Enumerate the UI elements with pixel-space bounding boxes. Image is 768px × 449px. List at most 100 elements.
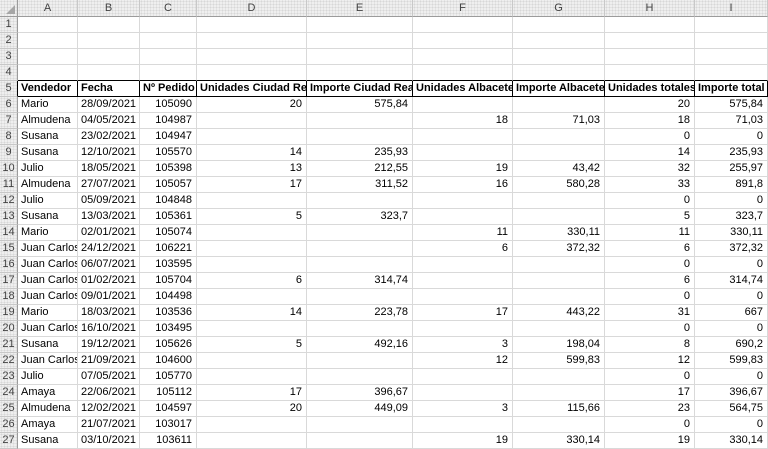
cell-H9[interactable]: 14 [605, 145, 695, 161]
cell-E12[interactable] [307, 193, 413, 209]
cell-F11[interactable]: 16 [413, 177, 513, 193]
cell-B12[interactable]: 05/09/2021 [78, 193, 140, 209]
cell-C3[interactable] [140, 49, 197, 65]
cell-F17[interactable] [413, 273, 513, 289]
cell-G21[interactable]: 198,04 [513, 337, 605, 353]
cell-I20[interactable]: 0 [695, 321, 768, 337]
cell-H22[interactable]: 12 [605, 353, 695, 369]
cell-C27[interactable]: 103611 [140, 433, 197, 449]
cell-D4[interactable] [197, 65, 307, 81]
cell-H14[interactable]: 11 [605, 225, 695, 241]
cell-I1[interactable] [695, 17, 768, 33]
cell-B7[interactable]: 04/05/2021 [78, 113, 140, 129]
row-header-8[interactable]: 8 [0, 129, 18, 145]
cell-B11[interactable]: 27/07/2021 [78, 177, 140, 193]
cell-G15[interactable]: 372,32 [513, 241, 605, 257]
cell-G13[interactable] [513, 209, 605, 225]
cell-F6[interactable] [413, 97, 513, 113]
cell-A14[interactable]: Mario [18, 225, 78, 241]
cell-E11[interactable]: 311,52 [307, 177, 413, 193]
cell-E21[interactable]: 492,16 [307, 337, 413, 353]
cell-F16[interactable] [413, 257, 513, 273]
cell-F21[interactable]: 3 [413, 337, 513, 353]
cell-H12[interactable]: 0 [605, 193, 695, 209]
cell-D1[interactable] [197, 17, 307, 33]
cell-D5[interactable]: Unidades Ciudad Real [197, 81, 307, 97]
row-header-9[interactable]: 9 [0, 145, 18, 161]
cell-A12[interactable]: Julio [18, 193, 78, 209]
cell-E14[interactable] [307, 225, 413, 241]
cell-C15[interactable]: 106221 [140, 241, 197, 257]
row-header-7[interactable]: 7 [0, 113, 18, 129]
cell-F3[interactable] [413, 49, 513, 65]
cell-B22[interactable]: 21/09/2021 [78, 353, 140, 369]
cell-G10[interactable]: 43,42 [513, 161, 605, 177]
cell-E15[interactable] [307, 241, 413, 257]
cell-H27[interactable]: 19 [605, 433, 695, 449]
cell-G12[interactable] [513, 193, 605, 209]
cell-H23[interactable]: 0 [605, 369, 695, 385]
cell-D9[interactable]: 14 [197, 145, 307, 161]
cell-A27[interactable]: Susana [18, 433, 78, 449]
cell-F12[interactable] [413, 193, 513, 209]
cell-B1[interactable] [78, 17, 140, 33]
cell-G6[interactable] [513, 97, 605, 113]
column-header-I[interactable]: I [695, 0, 768, 17]
cell-D16[interactable] [197, 257, 307, 273]
cell-C6[interactable]: 105090 [140, 97, 197, 113]
cell-C18[interactable]: 104498 [140, 289, 197, 305]
cell-I8[interactable]: 0 [695, 129, 768, 145]
cell-H17[interactable]: 6 [605, 273, 695, 289]
cell-I5[interactable]: Importe total [695, 81, 768, 97]
cell-B15[interactable]: 24/12/2021 [78, 241, 140, 257]
cell-D27[interactable] [197, 433, 307, 449]
cell-B20[interactable]: 16/10/2021 [78, 321, 140, 337]
cell-E3[interactable] [307, 49, 413, 65]
cell-H20[interactable]: 0 [605, 321, 695, 337]
cell-C4[interactable] [140, 65, 197, 81]
cell-C12[interactable]: 104848 [140, 193, 197, 209]
cell-C22[interactable]: 104600 [140, 353, 197, 369]
cell-F19[interactable]: 17 [413, 305, 513, 321]
cell-C20[interactable]: 103495 [140, 321, 197, 337]
cell-C26[interactable]: 103017 [140, 417, 197, 433]
cell-C9[interactable]: 105570 [140, 145, 197, 161]
cell-E5[interactable]: Importe Ciudad Real [307, 81, 413, 97]
cell-I27[interactable]: 330,14 [695, 433, 768, 449]
row-header-4[interactable]: 4 [0, 65, 18, 81]
cell-D21[interactable]: 5 [197, 337, 307, 353]
cell-B14[interactable]: 02/01/2021 [78, 225, 140, 241]
cell-G24[interactable] [513, 385, 605, 401]
row-header-16[interactable]: 16 [0, 257, 18, 273]
cell-I24[interactable]: 396,67 [695, 385, 768, 401]
cell-C23[interactable]: 105770 [140, 369, 197, 385]
row-header-14[interactable]: 14 [0, 225, 18, 241]
cell-D7[interactable] [197, 113, 307, 129]
cell-C5[interactable]: Nº Pedido [140, 81, 197, 97]
cell-B4[interactable] [78, 65, 140, 81]
cell-H15[interactable]: 6 [605, 241, 695, 257]
cell-D24[interactable]: 17 [197, 385, 307, 401]
cell-E22[interactable] [307, 353, 413, 369]
row-header-19[interactable]: 19 [0, 305, 18, 321]
row-header-11[interactable]: 11 [0, 177, 18, 193]
cell-I23[interactable]: 0 [695, 369, 768, 385]
row-header-22[interactable]: 22 [0, 353, 18, 369]
cell-E2[interactable] [307, 33, 413, 49]
column-header-G[interactable]: G [513, 0, 605, 17]
cell-I4[interactable] [695, 65, 768, 81]
cell-G26[interactable] [513, 417, 605, 433]
cell-A11[interactable]: Almudena [18, 177, 78, 193]
cell-D2[interactable] [197, 33, 307, 49]
cell-E7[interactable] [307, 113, 413, 129]
cell-D12[interactable] [197, 193, 307, 209]
cell-I15[interactable]: 372,32 [695, 241, 768, 257]
cell-E19[interactable]: 223,78 [307, 305, 413, 321]
cell-F20[interactable] [413, 321, 513, 337]
cell-I7[interactable]: 71,03 [695, 113, 768, 129]
cell-B19[interactable]: 18/03/2021 [78, 305, 140, 321]
cell-E13[interactable]: 323,7 [307, 209, 413, 225]
cell-H5[interactable]: Unidades totales [605, 81, 695, 97]
cell-G16[interactable] [513, 257, 605, 273]
cell-B24[interactable]: 22/06/2021 [78, 385, 140, 401]
